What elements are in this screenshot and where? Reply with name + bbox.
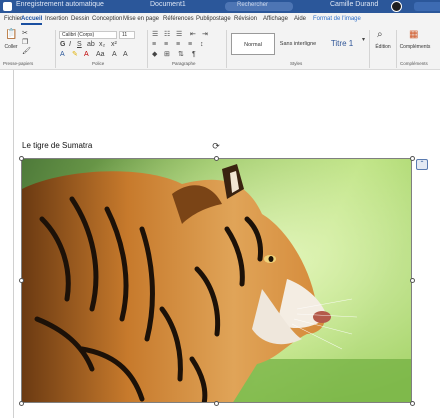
format-painter-icon[interactable]: 🖌 (22, 48, 31, 56)
tab-conception[interactable]: Conception (92, 16, 122, 22)
addins-button[interactable]: Compléments (398, 44, 432, 50)
align-left-icon[interactable]: ≡ (152, 41, 156, 49)
shrink-font-icon[interactable]: A (123, 51, 128, 59)
addins-group-label: Compléments (400, 61, 428, 66)
font-family-select[interactable]: Calibri (Corps) (59, 31, 117, 39)
tab-accueil[interactable]: Accueil (21, 16, 43, 25)
paste-icon[interactable]: 📋 (5, 30, 17, 40)
group-divider (147, 30, 148, 68)
italic-icon[interactable]: I (69, 41, 71, 49)
style-normal[interactable]: Normal (231, 33, 275, 55)
font-size-select[interactable]: 11 (119, 31, 135, 39)
text-effects-icon[interactable]: A (60, 51, 65, 59)
align-right-icon[interactable]: ≡ (176, 41, 180, 49)
share-button[interactable] (414, 2, 440, 11)
resize-handle-n[interactable] (214, 156, 219, 161)
user-name[interactable]: Camille Durand (330, 1, 378, 8)
avatar[interactable] (391, 1, 402, 12)
document-filename[interactable]: Document1 (150, 1, 186, 8)
resize-handle-s[interactable] (214, 401, 219, 406)
tiger-photo (22, 159, 411, 402)
resize-handle-sw[interactable] (19, 401, 24, 406)
align-center-icon[interactable]: ≡ (164, 41, 168, 49)
show-formatting-icon[interactable]: ¶ (192, 51, 196, 59)
group-divider (369, 30, 370, 68)
word-app-icon[interactable] (3, 2, 12, 11)
resize-handle-e[interactable] (410, 278, 415, 283)
style-no-spacing[interactable]: Sans interligne (277, 33, 319, 55)
document-heading[interactable]: Le tigre de Sumatra (22, 141, 92, 150)
strikethrough-icon[interactable]: ab (87, 41, 95, 49)
search-box[interactable]: Rechercher (225, 2, 293, 11)
cut-icon[interactable]: ✂ (22, 30, 28, 38)
sort-icon[interactable]: ⇅ (178, 51, 184, 59)
tab-dessin[interactable]: Dessin (71, 16, 89, 22)
find-icon[interactable]: ⌕ (377, 30, 383, 40)
tab-insertion[interactable]: Insertion (45, 16, 68, 22)
title-bar: Enregistrement automatique Document1 Rec… (0, 0, 440, 13)
grow-font-icon[interactable]: A (112, 51, 117, 59)
increase-indent-icon[interactable]: ⇥ (202, 31, 208, 39)
multilevel-list-icon[interactable]: ☰ (176, 31, 182, 39)
resize-handle-nw[interactable] (19, 156, 24, 161)
resize-handle-se[interactable] (410, 401, 415, 406)
styles-group-label: Styles (290, 61, 303, 66)
layout-options-button[interactable]: ⌃ (416, 159, 428, 170)
addins-icon[interactable]: ▦ (409, 30, 418, 40)
font-color-icon[interactable]: A (84, 51, 89, 59)
tab-mise-en-page[interactable]: Mise en page (123, 16, 159, 22)
tab-fichier[interactable]: Fichier (4, 16, 22, 22)
paragraph-group-label: Paragraphe (172, 61, 196, 66)
tab-publipostage[interactable]: Publipostage (196, 16, 231, 22)
group-divider (226, 30, 227, 68)
superscript-icon[interactable]: x² (111, 41, 117, 49)
tiger-image[interactable] (21, 158, 412, 403)
editing-button[interactable]: Édition (372, 44, 394, 50)
page-margin-line (13, 70, 14, 418)
search-placeholder: Rechercher (237, 2, 269, 8)
paste-button[interactable]: Coller (3, 44, 19, 50)
justify-icon[interactable]: ≡ (188, 41, 192, 49)
resize-handle-w[interactable] (19, 278, 24, 283)
borders-icon[interactable]: ⊞ (164, 51, 170, 59)
subscript-icon[interactable]: x₂ (99, 41, 105, 49)
bold-icon[interactable]: G (60, 41, 65, 49)
resize-handle-ne[interactable] (410, 156, 415, 161)
ribbon: 📋 Coller ✂ ❐ 🖌 Presse-papiers Calibri (C… (0, 28, 440, 70)
tab-format-image[interactable]: Format de l'image (313, 16, 361, 22)
shading-icon[interactable]: ◆ (152, 51, 157, 59)
change-case-icon[interactable]: Aa (96, 51, 105, 59)
group-divider (55, 30, 56, 68)
ribbon-tabs: Fichier Accueil Insertion Dessin Concept… (0, 13, 440, 28)
styles-scroll-icon[interactable]: ▾ (362, 36, 365, 44)
numbering-icon[interactable]: ☷ (164, 31, 170, 39)
tab-affichage[interactable]: Affichage (263, 16, 288, 22)
tab-revision[interactable]: Révision (234, 16, 257, 22)
tab-aide[interactable]: Aide (294, 16, 306, 22)
rotate-handle-icon[interactable]: ⟳ (211, 141, 221, 151)
line-spacing-icon[interactable]: ↕ (200, 41, 204, 49)
underline-icon[interactable]: S (77, 41, 82, 49)
clipboard-group-label: Presse-papiers (3, 61, 34, 66)
font-group-label: Police (92, 61, 105, 66)
bullets-icon[interactable]: ☰ (152, 31, 158, 39)
decrease-indent-icon[interactable]: ⇤ (190, 31, 196, 39)
group-divider (396, 30, 397, 68)
copy-icon[interactable]: ❐ (22, 39, 28, 47)
highlight-icon[interactable]: ✎ (72, 51, 78, 59)
tab-references[interactable]: Références (163, 16, 194, 22)
style-heading-1[interactable]: Titre 1 (324, 33, 360, 55)
autosave-label[interactable]: Enregistrement automatique (16, 1, 104, 8)
